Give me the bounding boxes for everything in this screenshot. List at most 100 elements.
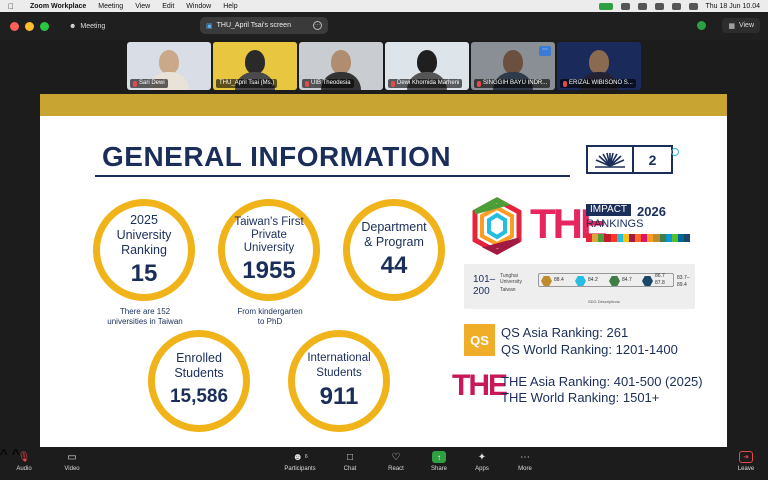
impact-ranking-card: 101– 200 Tunghai University Taiwan 88.4 … [464,264,695,309]
apps-icon: ✦ [477,451,487,463]
tray-icon[interactable] [620,2,630,10]
leave-icon: ➜ [739,451,753,463]
mic-muted-icon [305,80,309,87]
qs-logo: QS [464,324,495,356]
participant-name: ERIZAL WIBISONO S... [560,79,636,88]
the-ranking-logo: THE [452,369,508,402]
security-shield-icon[interactable] [697,21,706,30]
screen-share-pill[interactable]: ▣ THU_April Tsai's screen ⋯ [200,17,328,34]
international-label: Students [316,367,362,379]
share-screen-icon: ▣ [206,22,213,30]
ranking-label: 2025 [130,212,158,227]
participant-name: Dewi Khornida Marheni [388,79,463,88]
menu-help[interactable]: Help [223,3,237,10]
qs-world-ranking: QS World Ranking: 1201-1400 [501,342,678,357]
participants-icon: ☻ 6 [292,451,308,463]
private-label: Taiwan's First [234,215,304,228]
maximize-window-button[interactable] [40,21,49,31]
leave-button[interactable]: ➜ Leave [726,451,766,472]
ranking-label: Ranking [121,242,167,257]
meeting-controls: 🎙 Audio ^ ▭ Video ^ ☻ 6 Participants □ Ch… [0,447,768,480]
menubar-clock[interactable]: Thu 18 Jun 10.04 [706,3,761,10]
status-tray: Thu 18 Jun 10.04 [598,2,768,10]
share-pill-label: THU_April Tsai's screen [216,22,291,29]
menu-window[interactable]: Window [186,3,211,10]
participant-tile[interactable]: Sari Dewi [127,42,211,90]
enrolled-label: Enrolled [176,351,222,365]
book-icon [588,147,634,172]
more-icon: ⋯ [520,451,530,463]
apple-icon[interactable]:  [8,2,18,11]
control-center-icon[interactable] [688,2,698,10]
international-value: 911 [319,383,359,410]
circle-marker-icon [671,148,679,156]
participant-strip: Sari Dewi THU_April Tsai (Ms.) UIB Theod… [127,42,641,90]
view-button[interactable]: ▦ View [722,18,760,33]
mic-muted-icon [477,80,481,87]
chat-button[interactable]: □ Chat [330,451,370,473]
close-window-button[interactable] [10,21,19,31]
enrolled-label: Students [174,366,224,380]
apps-button[interactable]: ✦ Apps [462,451,502,473]
more-options-icon[interactable]: ⋯ [313,21,322,30]
video-button[interactable]: ▭ Video [52,451,92,473]
participant-tile[interactable]: ERIZAL WIBISONO S... [557,42,641,90]
university-name: Tunghai University Taiwan [500,273,522,293]
minimize-window-button[interactable] [25,21,34,31]
meeting-label: Meeting [80,22,106,30]
search-icon[interactable] [671,2,681,10]
mic-muted-icon [133,80,137,87]
more-options-icon[interactable]: ⋯ [539,46,551,56]
rank-range: 101– 200 [473,274,496,297]
ranking-note: There are 152 universities in Taiwan [107,307,183,326]
private-note: From kindergarten to PhD [237,307,303,326]
react-button[interactable]: ♡ React [376,451,416,473]
react-icon: ♡ [391,451,401,463]
participant-tile[interactable]: ⋯ SINGGIH BAYU INDR... [471,42,555,90]
ranking-value: 15 [130,259,158,287]
view-label: View [738,22,754,29]
meeting-info[interactable]: ☻ Meeting [69,23,105,30]
private-university-circle: Taiwan's First Private University 1955 [218,199,320,301]
participants-button[interactable]: ☻ 6 Participants [280,451,320,473]
wifi-icon[interactable] [654,2,664,10]
enrolled-value: 15,586 [169,386,229,407]
impact-word: IMPACT [586,204,632,216]
department-label: Department [361,220,427,234]
menu-edit[interactable]: Edit [162,3,174,10]
impact-year: 2026 [637,204,666,219]
slide-title: GENERAL INFORMATION [102,141,452,172]
sdg-color-bar [586,234,691,242]
participant-name: THU_April Tsai (Ms.) [216,79,278,88]
menu-meeting[interactable]: Meeting [98,3,123,10]
participant-tile[interactable]: UIB Theodesia [299,42,383,90]
international-students-circle: International Students 911 [288,330,390,432]
participant-tile[interactable]: THU_April Tsai (Ms.) [213,42,297,90]
audio-button[interactable]: 🎙 Audio [4,451,44,473]
camera-icon: ▭ [67,451,77,463]
page-number-box: 2 [586,145,673,174]
title-underline [95,175,570,177]
department-value: 44 [380,252,408,279]
sdg-score: 84.2 [588,277,598,283]
share-button[interactable]: ↑ Share [419,451,459,472]
sdg-score: 86.7 [655,273,665,279]
qs-asia-ranking: QS Asia Ranking: 261 [501,325,629,340]
chat-icon: □ [346,451,354,463]
rankings-word: RANKINGS [586,218,644,230]
more-button[interactable]: ⋯ More [505,451,545,473]
sdg-score: 84.7 [622,277,632,283]
sdg-descriptions-link: SDG Descriptions [588,299,620,304]
participant-name: UIB Theodesia [302,79,354,88]
menu-view[interactable]: View [135,3,150,10]
page-number: 2 [648,151,657,168]
zoom-tray-icon[interactable] [598,2,613,10]
menu-app-name[interactable]: Zoom Workplace [30,3,86,10]
window-controls [10,21,49,31]
grid-icon: ▦ [728,22,735,30]
tray-icon[interactable] [637,2,647,10]
international-label: International [307,352,371,364]
participant-tile[interactable]: Dewi Khornida Marheni [385,42,469,90]
impact-hexagon-icon [472,197,522,255]
private-label: Private [251,228,287,241]
